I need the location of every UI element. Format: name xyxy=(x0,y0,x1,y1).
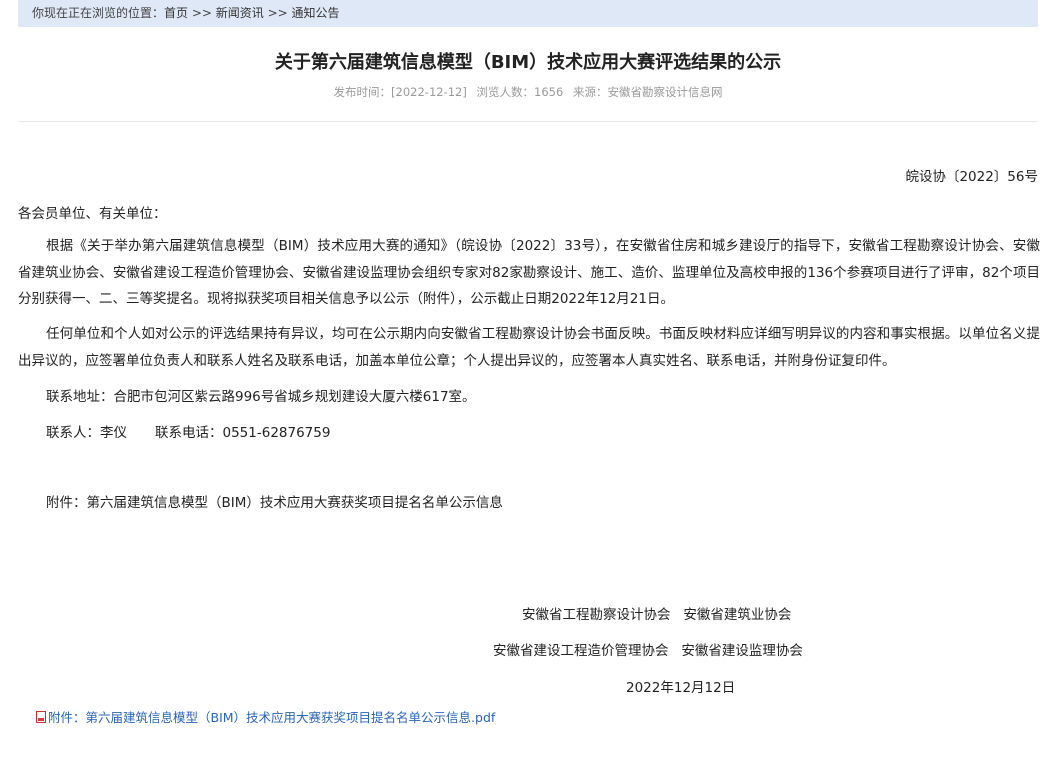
article-title: 关于第六届建筑信息模型（BIM）技术应用大赛评选结果的公示 xyxy=(274,52,782,73)
attachment-download-link[interactable]: 附件：第六届建筑信息模型（BIM）技术应用大赛获奖项目提名名单公示信息.pdf xyxy=(36,707,495,726)
publish-time: 发布时间：[2022-12-12] xyxy=(333,85,467,99)
contact-phone: 联系电话：0551-62876759 xyxy=(155,425,331,441)
breadcrumb-prefix: 你现在正在浏览的位置： xyxy=(32,6,165,20)
breadcrumb-separator: >> xyxy=(263,6,292,20)
attachment-note: 附件：第六届建筑信息模型（BIM）技术应用大赛获奖项目提名名单公示信息 xyxy=(46,495,503,511)
signature-orgs-line1: 安徽省工程勘察设计协会 安徽省建筑业协会 xyxy=(522,607,792,623)
contact-line: 联系人：李仪 联系电话：0551-62876759 xyxy=(18,420,1040,447)
attachment-link-label[interactable]: 附件：第六届建筑信息模型（BIM）技术应用大赛获奖项目提名名单公示信息.pdf xyxy=(48,707,495,726)
article-meta: 发布时间：[2022-12-12] 浏览人数：1656 来源：安徽省勘察设计信息… xyxy=(18,84,1038,100)
contact-person: 联系人：李仪 xyxy=(46,425,127,441)
breadcrumb-notice-link[interactable]: 通知公告 xyxy=(292,6,340,20)
divider xyxy=(18,121,1038,122)
breadcrumb-home-link[interactable]: 首页 xyxy=(164,6,188,20)
document-number: 皖设协〔2022〕56号 xyxy=(905,169,1038,185)
article-source: 来源：安徽省勘察设计信息网 xyxy=(572,85,723,99)
view-count: 浏览人数：1656 xyxy=(476,85,564,99)
body-paragraph: 根据《关于举办第六届建筑信息模型（BIM）技术应用大赛的通知》（皖设协〔2022… xyxy=(18,238,1040,307)
body-paragraph: 任何单位和个人如对公示的评选结果持有异议，均可在公示期内向安徽省工程勘察设计协会… xyxy=(18,326,1040,369)
salutation: 各会员单位、有关单位： xyxy=(18,206,167,222)
contact-address: 联系地址：合肥市包河区紫云路996号省城乡规划建设大厦六楼617室。 xyxy=(46,389,476,405)
breadcrumb: 你现在正在浏览的位置：首页 >> 新闻资讯 >> 通知公告 xyxy=(18,0,1038,27)
signature-date: 2022年12月12日 xyxy=(626,680,736,696)
breadcrumb-news-link[interactable]: 新闻资讯 xyxy=(216,6,264,20)
pdf-file-icon xyxy=(36,710,46,723)
signature-orgs-line2: 安徽省建设工程造价管理协会 安徽省建设监理协会 xyxy=(493,643,803,659)
breadcrumb-separator: >> xyxy=(188,6,216,20)
